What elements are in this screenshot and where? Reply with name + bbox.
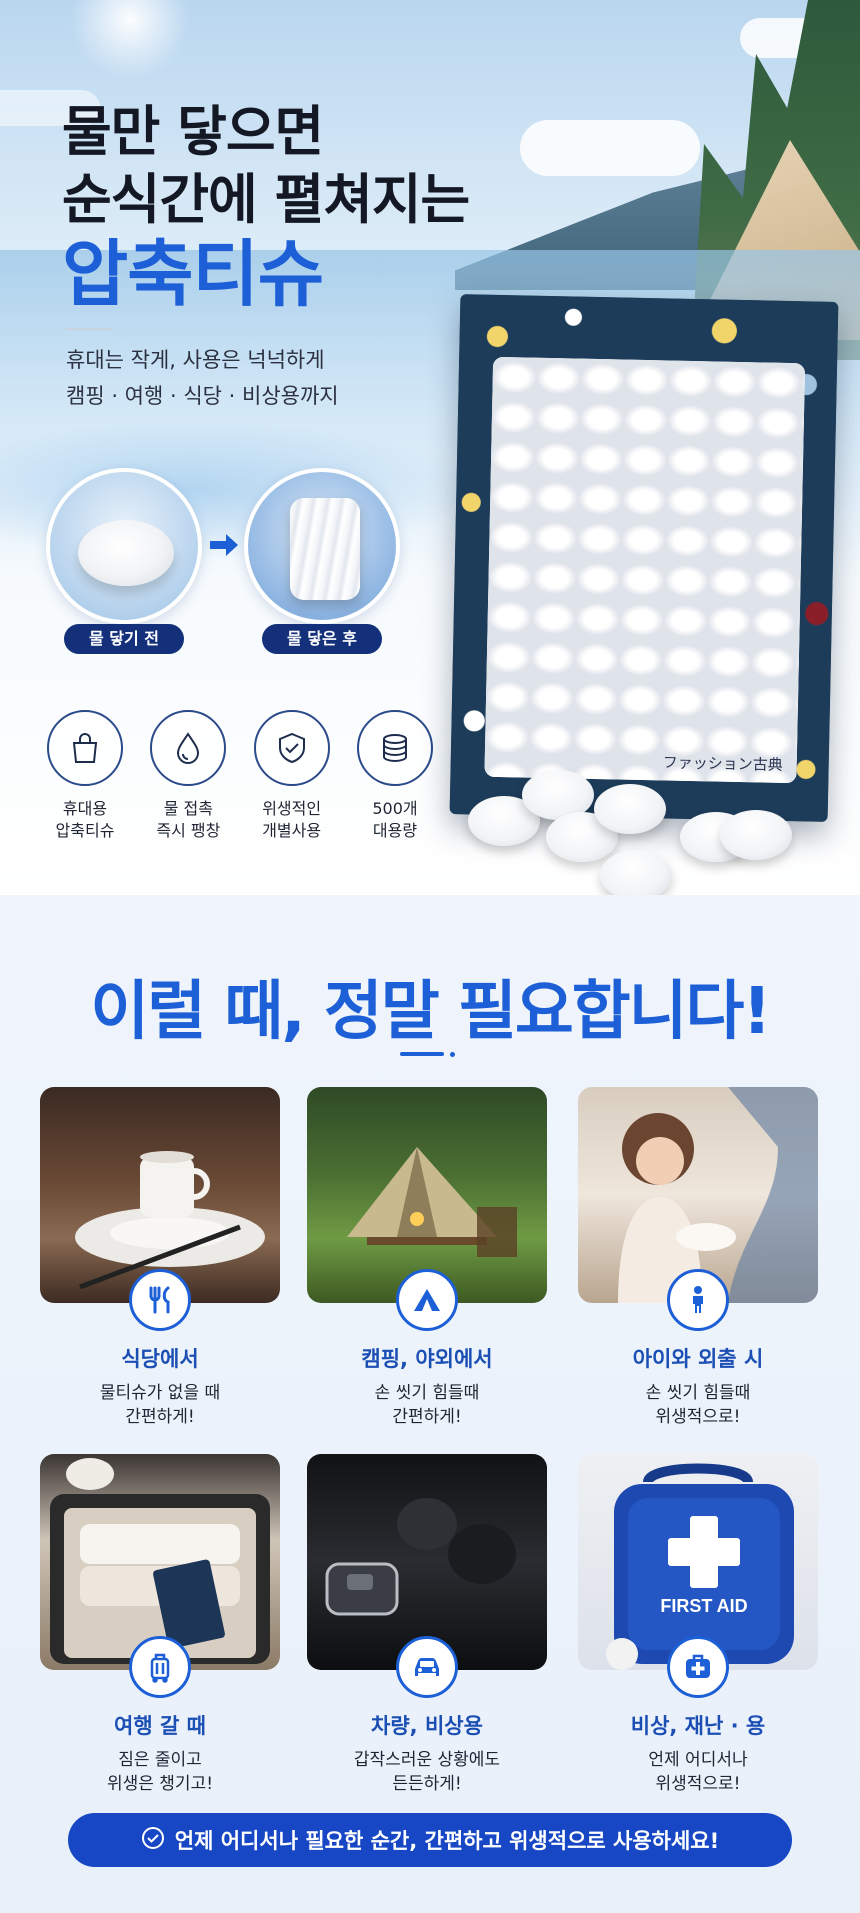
- hero-section: 물만 닿으면 순식간에 펼쳐지는 압축티슈 휴대는 작게, 사용은 넉넉하게 캠…: [0, 0, 860, 895]
- subheading-line-2: 캠핑 · 여행 · 식당 · 비상용까지: [66, 384, 339, 408]
- before-label: 물 닿기 전: [64, 624, 184, 654]
- first-aid-text: FIRST AID: [660, 1596, 747, 1616]
- use-case-card-child: 아이와 외출 시 손 씻기 힘들때 위생적으로!: [578, 1087, 818, 1429]
- car-icon: [396, 1636, 458, 1698]
- check-circle-icon: [141, 1826, 165, 1855]
- stack-icon: [356, 710, 433, 786]
- card-title: 아이와 외출 시: [632, 1347, 764, 1371]
- card-description: 짐은 줄이고 위생은 챙기고!: [106, 1750, 214, 1794]
- before-photo: [46, 468, 202, 624]
- bottom-banner: 언제 어디서나 필요한 순간, 간편하고 위생적으로 사용하세요!: [68, 1813, 792, 1867]
- card-description: 갑작스러운 상황에도 든든하게!: [353, 1750, 501, 1794]
- title-underline: [400, 1052, 444, 1056]
- luggage-icon: [129, 1636, 191, 1698]
- sun-glow: [70, 0, 190, 80]
- card-description: 언제 어디서나 위생적으로!: [648, 1750, 748, 1794]
- after-label: 물 닿은 후: [262, 624, 382, 654]
- card-description: 손 씻기 힘들때 간편하게!: [374, 1383, 480, 1427]
- product-bag: ファッション古典: [449, 294, 839, 822]
- feature-hygiene: 위생적인 개별사용: [247, 710, 337, 842]
- bag-window: ファッション古典: [484, 356, 806, 784]
- subheading-divider: [66, 328, 112, 330]
- bag-icon: [47, 710, 123, 786]
- loose-tablet: [720, 810, 792, 860]
- headline-line-2: 순식간에 펼쳐지는: [62, 168, 470, 231]
- card-title: 식당에서: [121, 1347, 199, 1371]
- card-description: 물티슈가 없을 때 간편하게!: [99, 1383, 221, 1427]
- card-photo: [40, 1087, 280, 1331]
- bag-brand: ファッション古典: [662, 753, 783, 774]
- feature-label: 물 접촉 즉시 팽창: [156, 799, 221, 840]
- tent-icon: [396, 1269, 458, 1331]
- headline-line-1: 물만 닿으면: [62, 100, 324, 163]
- card-description: 손 씻기 힘들때 위생적으로!: [645, 1383, 751, 1427]
- after-photo: [244, 468, 400, 624]
- feature-label: 500개 대용량: [372, 799, 418, 840]
- feature-label: 위생적인 개별사용: [262, 799, 322, 840]
- utensils-icon: [129, 1269, 191, 1331]
- subheading-line-1: 휴대는 작게, 사용은 넉넉하게: [66, 348, 325, 372]
- use-case-card-emergency: FIRST AID 비상, 재난 · 용 언제 어디서나 위생적으로!: [578, 1454, 818, 1796]
- use-case-card-car: 차량, 비상용 갑작스러운 상황에도 든든하게!: [307, 1454, 547, 1796]
- section-title: 이럴 때, 정말 필요합니다!: [90, 975, 771, 1049]
- card-title: 비상, 재난 · 용: [630, 1714, 766, 1738]
- banner-text: 언제 어디서나 필요한 순간, 간편하고 위생적으로 사용하세요!: [174, 1829, 720, 1853]
- card-photo: [307, 1454, 547, 1698]
- expanded-towel: [290, 498, 360, 600]
- loose-tablet: [594, 784, 666, 834]
- cloud: [520, 120, 700, 176]
- card-title: 차량, 비상용: [371, 1714, 483, 1738]
- tablets-in-bag: [484, 356, 806, 784]
- title-underline-dot: [450, 1052, 455, 1057]
- use-case-card-dining: 식당에서 물티슈가 없을 때 간편하게!: [40, 1087, 280, 1429]
- water-drop-icon: [150, 710, 227, 786]
- card-photo: [578, 1087, 818, 1331]
- headline-accent: 압축티슈: [62, 232, 324, 316]
- feature-label: 휴대용 압축티슈: [55, 799, 115, 840]
- child-icon: [667, 1269, 729, 1331]
- loose-tablet: [600, 850, 672, 895]
- feature-expand: 물 접촉 즉시 팽창: [143, 710, 233, 842]
- use-case-card-camping: 캠핑, 야외에서 손 씻기 힘들때 간편하게!: [307, 1087, 547, 1429]
- card-title: 여행 갈 때: [114, 1714, 206, 1738]
- hero-headline: 물만 닿으면 순식간에 펼쳐지는: [62, 98, 470, 234]
- card-title: 캠핑, 야외에서: [361, 1347, 493, 1371]
- card-photo: [307, 1087, 547, 1331]
- feature-capacity: 500개 대용량: [350, 710, 440, 842]
- first-aid-icon: [667, 1636, 729, 1698]
- feature-portable: 휴대용 압축티슈: [40, 710, 130, 842]
- use-case-card-travel: 여행 갈 때 짐은 줄이고 위생은 챙기고!: [40, 1454, 280, 1796]
- arrow-right-icon: [206, 530, 242, 560]
- card-photo: [40, 1454, 280, 1698]
- shield-check-icon: [253, 710, 330, 786]
- card-photo: FIRST AID: [578, 1454, 818, 1698]
- compressed-tablet: [78, 520, 174, 586]
- feature-list: 휴대용 압축티슈 물 접촉 즉시 팽창 위생적인 개별사용 500개 대용량: [40, 710, 440, 842]
